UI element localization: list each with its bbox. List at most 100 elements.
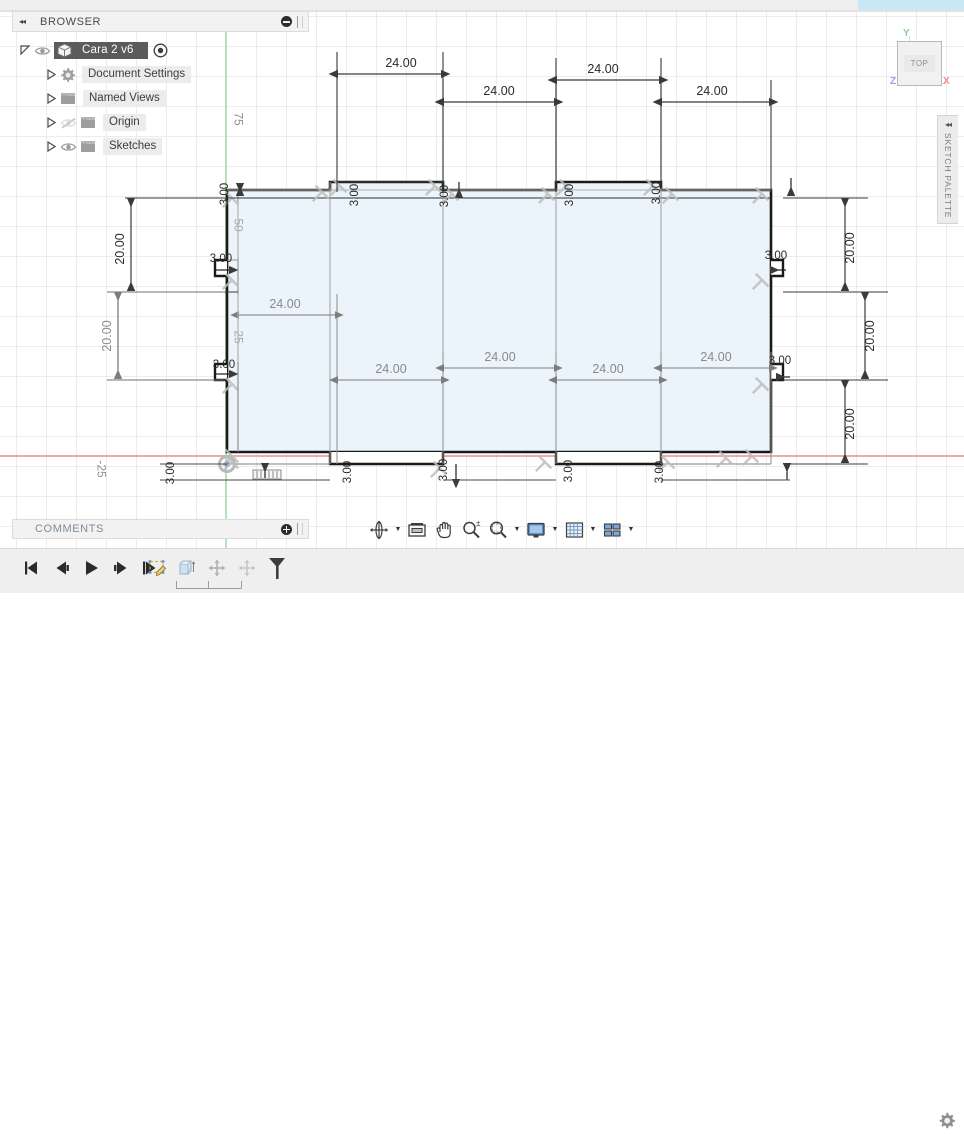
timeline-group-bracket bbox=[176, 581, 242, 589]
chevron-right-icon[interactable] bbox=[46, 116, 56, 128]
svg-text:±: ± bbox=[476, 520, 481, 528]
plus-icon[interactable] bbox=[281, 523, 292, 535]
browser-title: BROWSER bbox=[40, 15, 102, 28]
dim-thick-1: 3.00 bbox=[219, 183, 231, 205]
sketch-palette-tab[interactable]: ◂◂ SKETCH PALETTE bbox=[937, 115, 958, 224]
dim-right-3: 20.00 bbox=[843, 408, 857, 439]
fit-icon[interactable] bbox=[485, 518, 511, 542]
dim-thick-12: 3.00 bbox=[438, 459, 450, 481]
step-forward-icon[interactable] bbox=[112, 558, 132, 578]
tree-row-origin[interactable]: Origin bbox=[12, 110, 309, 134]
gear-icon bbox=[60, 67, 75, 82]
chevron-right-icon[interactable] bbox=[46, 140, 56, 152]
gear-icon[interactable] bbox=[938, 1112, 955, 1129]
radio-icon[interactable] bbox=[153, 43, 168, 58]
tree-label-named-views: Named Views bbox=[83, 89, 166, 107]
minimize-icon[interactable] bbox=[281, 16, 292, 27]
orbit-icon[interactable] bbox=[366, 518, 392, 542]
grid-snaps-icon[interactable] bbox=[561, 518, 587, 542]
dim-thick-3: 3.00 bbox=[439, 185, 451, 207]
step-back-icon[interactable] bbox=[52, 558, 72, 578]
folder-icon bbox=[80, 116, 96, 129]
dim-left-1: 20.00 bbox=[113, 233, 127, 264]
dim-left-2: 20.00 bbox=[100, 320, 114, 351]
root-node-label: Cara 2 v6 bbox=[82, 44, 134, 56]
dim-inner-2: 24.00 bbox=[375, 362, 406, 376]
eye-icon[interactable] bbox=[34, 44, 51, 56]
eye-hidden-icon[interactable] bbox=[60, 116, 77, 129]
navigation-toolbar: ▼ ± ▼ ▼ ▼ ▼ bbox=[366, 517, 636, 542]
grip-icon[interactable] bbox=[297, 523, 303, 535]
chevron-down-icon[interactable]: ▼ bbox=[512, 518, 522, 542]
view-cube-face-label[interactable]: TOP bbox=[904, 55, 935, 72]
chevron-right-icon[interactable] bbox=[46, 92, 56, 104]
viewports-icon[interactable] bbox=[599, 518, 625, 542]
sketch-feature-icon[interactable] bbox=[146, 557, 168, 579]
chevron-down-icon[interactable]: ▼ bbox=[588, 518, 598, 542]
tree-row-root[interactable]: Cara 2 v6 bbox=[12, 38, 309, 62]
filter-icon[interactable] bbox=[266, 557, 288, 579]
tree-row-sketches[interactable]: Sketches bbox=[12, 134, 309, 158]
dim-right-2: 20.00 bbox=[863, 320, 877, 351]
tree-label-document-settings: Document Settings bbox=[82, 65, 192, 83]
browser-collapse-icon[interactable]: ◂◂ bbox=[19, 17, 26, 26]
dim-thick-11: 3.00 bbox=[342, 461, 354, 483]
move-feature-icon[interactable] bbox=[236, 557, 258, 579]
ref-label-50: 50 bbox=[231, 218, 246, 232]
folder-icon bbox=[60, 92, 76, 105]
dim-top-1: 24.00 bbox=[385, 56, 416, 70]
timeline-playback-controls bbox=[22, 558, 162, 578]
sketch-palette-label: SKETCH PALETTE bbox=[943, 133, 953, 219]
view-cube[interactable]: TOP bbox=[897, 41, 942, 86]
dim-top-3: 24.00 bbox=[587, 62, 618, 76]
go-to-beginning-icon[interactable] bbox=[22, 558, 42, 578]
ref-label-25: 25 bbox=[231, 330, 246, 344]
grip-icon[interactable] bbox=[297, 15, 303, 28]
dim-top-4: 24.00 bbox=[696, 84, 727, 98]
tree-label-origin: Origin bbox=[103, 113, 146, 131]
dim-thick-7: 3.00 bbox=[213, 359, 235, 371]
axis-label-x: X bbox=[943, 76, 950, 87]
tree-label-sketches: Sketches bbox=[103, 137, 163, 155]
toolbar-strip bbox=[0, 0, 964, 10]
timeline-bar bbox=[0, 548, 964, 1129]
tree-row-named-views[interactable]: Named Views bbox=[12, 86, 309, 110]
extrude-feature-icon[interactable] bbox=[176, 557, 198, 579]
zoom-icon[interactable]: ± bbox=[458, 518, 484, 542]
move-feature-icon[interactable] bbox=[206, 557, 228, 579]
dim-thick-6: 3.00 bbox=[210, 253, 232, 265]
axis-label-z: Z bbox=[890, 76, 897, 87]
dim-thick-13: 3.00 bbox=[563, 460, 575, 482]
palette-collapse-icon[interactable]: ◂◂ bbox=[945, 121, 952, 129]
dim-thick-8: 3.00 bbox=[765, 250, 787, 262]
dim-inner-1: 24.00 bbox=[269, 297, 300, 311]
chevron-down-icon[interactable]: ▼ bbox=[550, 518, 560, 542]
comments-panel-header[interactable]: COMMENTS bbox=[12, 519, 309, 539]
play-icon[interactable] bbox=[82, 558, 102, 578]
axis-label-y: Y bbox=[903, 28, 910, 39]
chevron-down-icon[interactable] bbox=[20, 44, 30, 56]
folder-icon bbox=[80, 140, 96, 153]
chevron-down-icon[interactable]: ▼ bbox=[393, 518, 403, 542]
comments-title: COMMENTS bbox=[35, 523, 104, 535]
dim-inner-5: 24.00 bbox=[700, 350, 731, 364]
dim-thick-9: 3.00 bbox=[769, 355, 791, 367]
timeline-features bbox=[146, 557, 288, 579]
display-settings-icon[interactable] bbox=[523, 518, 549, 542]
browser-tree: Cara 2 v6 Document Settings Named Views … bbox=[12, 38, 309, 158]
dim-right-1: 20.00 bbox=[843, 232, 857, 263]
dim-thick-5: 3.00 bbox=[651, 182, 663, 204]
chevron-right-icon[interactable] bbox=[46, 68, 56, 80]
fix-constraint-icon bbox=[252, 469, 282, 480]
dim-top-2: 24.00 bbox=[483, 84, 514, 98]
dim-inner-3: 24.00 bbox=[484, 350, 515, 364]
cube-icon bbox=[56, 42, 73, 58]
chevron-down-icon[interactable]: ▼ bbox=[626, 518, 636, 542]
tree-row-document-settings[interactable]: Document Settings bbox=[12, 62, 309, 86]
pan-hand-icon[interactable] bbox=[431, 518, 457, 542]
eye-icon[interactable] bbox=[60, 140, 77, 152]
look-at-icon[interactable] bbox=[404, 518, 430, 542]
dim-thick-4: 3.00 bbox=[564, 184, 576, 206]
browser-panel-header[interactable]: ◂◂ BROWSER bbox=[12, 11, 309, 32]
root-node-chip[interactable]: Cara 2 v6 bbox=[54, 41, 148, 59]
